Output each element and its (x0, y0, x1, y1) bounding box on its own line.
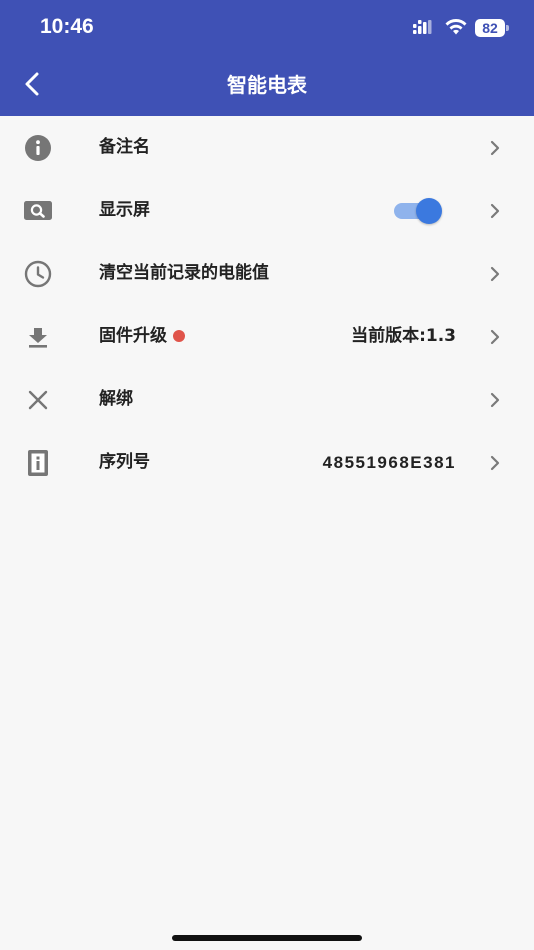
row-label: 序列号 (99, 452, 150, 472)
row-clear-energy[interactable]: 清空当前记录的电能值 (0, 242, 534, 305)
download-icon (29, 328, 47, 348)
chevron-right-icon (490, 266, 500, 282)
serial-number-value: 48551968E381 (322, 453, 456, 472)
info-icon (25, 135, 51, 161)
chevron-right-icon (490, 140, 500, 156)
chevron-right-icon (490, 203, 500, 219)
firmware-version: 当前版本:1.3 (351, 326, 456, 346)
row-display-screen[interactable]: 显示屏 (0, 179, 534, 242)
screen-search-icon (24, 201, 52, 220)
battery-level: 82 (482, 20, 498, 36)
update-badge (173, 330, 185, 342)
status-time: 10:46 (40, 15, 94, 38)
wifi-icon (445, 19, 467, 35)
row-label-text: 固件升级 (99, 326, 167, 346)
page-title: 智能电表 (227, 73, 307, 97)
row-remark-name[interactable]: 备注名 (0, 116, 534, 179)
row-label: 清空当前记录的电能值 (99, 263, 269, 283)
row-label: 显示屏 (99, 200, 150, 220)
row-unbind[interactable]: 解绑 (0, 368, 534, 431)
settings-list: 备注名 显示屏 清空当前记录的电能值 固件升级 当前版本:1.3 解绑 序列号 … (0, 116, 534, 494)
display-toggle[interactable] (394, 198, 444, 224)
chevron-right-icon (490, 455, 500, 471)
home-indicator (172, 935, 362, 941)
row-label: 备注名 (99, 137, 150, 157)
row-serial-number[interactable]: 序列号 48551968E381 (0, 431, 534, 494)
clock-icon (24, 260, 52, 288)
chevron-right-icon (490, 392, 500, 408)
row-firmware-upgrade[interactable]: 固件升级 当前版本:1.3 (0, 305, 534, 368)
serial-info-icon (28, 450, 48, 476)
app-header: 10:46 82 智能电表 (0, 0, 534, 116)
chevron-right-icon (490, 329, 500, 345)
status-bar: 10:46 82 (0, 0, 534, 56)
battery-indicator: 82 (475, 19, 509, 37)
cellular-signal-icon (413, 20, 432, 34)
close-icon (28, 390, 48, 410)
nav-bar: 智能电表 (0, 56, 534, 116)
row-label: 解绑 (99, 389, 133, 409)
row-label: 固件升级 (99, 305, 185, 368)
